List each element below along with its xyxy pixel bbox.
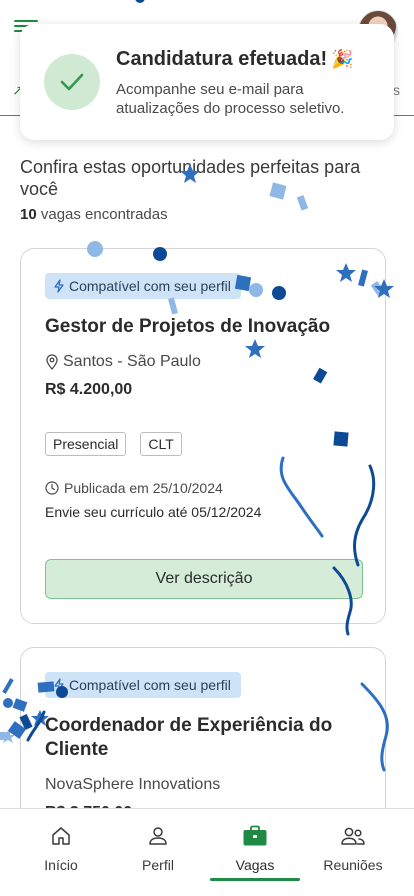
list-intro: Confira estas oportunidades perfeitas pa… [20, 157, 361, 199]
results-count-label: vagas encontradas [40, 206, 168, 223]
lightning-icon [54, 279, 64, 293]
job-deadline: Envie seu currículo até 05/12/2024 [45, 504, 262, 520]
clock-icon [45, 481, 59, 495]
compatibility-badge: Compatível com seu perfil [45, 672, 241, 698]
location-pin-icon [46, 354, 58, 370]
job-salary: R$ 4.200,00 [45, 381, 133, 398]
nav-label-meetings: Reuniões [323, 857, 383, 873]
check-circle-icon [44, 54, 100, 110]
nav-item-home[interactable]: Início [11, 809, 111, 881]
briefcase-icon [243, 825, 267, 846]
job-location: Santos - São Paulo [45, 353, 201, 371]
job-title: Gestor de Projetos de Inovação [45, 316, 331, 337]
job-company: NovaSphere Innovations [45, 776, 221, 793]
results-count: 10 vagas encontradas [20, 206, 168, 223]
toast-title: Candidatura efetuada! 🎉 [116, 48, 354, 71]
nav-item-profile[interactable]: Perfil [108, 809, 208, 881]
lightning-icon [54, 678, 64, 692]
nav-label-profile: Perfil [142, 857, 174, 873]
job-card[interactable]: Compatível com seu perfil Gestor de Proj… [20, 248, 386, 624]
nav-item-meetings[interactable]: Reuniões [303, 809, 403, 881]
party-icon: 🎉 [331, 49, 354, 69]
user-icon [149, 827, 167, 845]
job-title: Coordenador de Experiência do Cliente [45, 715, 333, 760]
nav-item-jobs[interactable]: Vagas [205, 809, 305, 881]
badge-label: Compatível com seu perfil [69, 278, 231, 294]
header-tab-partial[interactable]: s [393, 82, 400, 98]
bottom-navigation: Início Perfil Vagas Reuniões [0, 808, 414, 896]
view-description-button[interactable]: Ver descrição [45, 559, 363, 599]
job-published-date: Publicada em 25/10/2024 [45, 480, 223, 496]
job-location-text: Santos - São Paulo [63, 353, 201, 370]
nav-active-indicator [210, 878, 300, 881]
published-text: Publicada em 25/10/2024 [64, 480, 223, 496]
nav-label-jobs: Vagas [235, 857, 275, 873]
toast-message: Acompanhe seu e-mail para atualizações d… [116, 81, 345, 117]
job-tags: Presencial CLT [45, 432, 182, 456]
success-toast: Candidatura efetuada! 🎉 Acompanhe seu e-m… [20, 24, 394, 140]
compatibility-badge: Compatível com seu perfil [45, 273, 241, 299]
home-icon [52, 827, 70, 845]
tag-contract-type: CLT [140, 432, 182, 456]
nav-label-home: Início [44, 857, 78, 873]
users-icon [341, 827, 365, 845]
toast-title-text: Candidatura efetuada! [116, 48, 328, 70]
tag-work-mode: Presencial [45, 432, 127, 456]
badge-label: Compatível com seu perfil [69, 677, 231, 693]
results-count-number: 10 [20, 206, 37, 223]
